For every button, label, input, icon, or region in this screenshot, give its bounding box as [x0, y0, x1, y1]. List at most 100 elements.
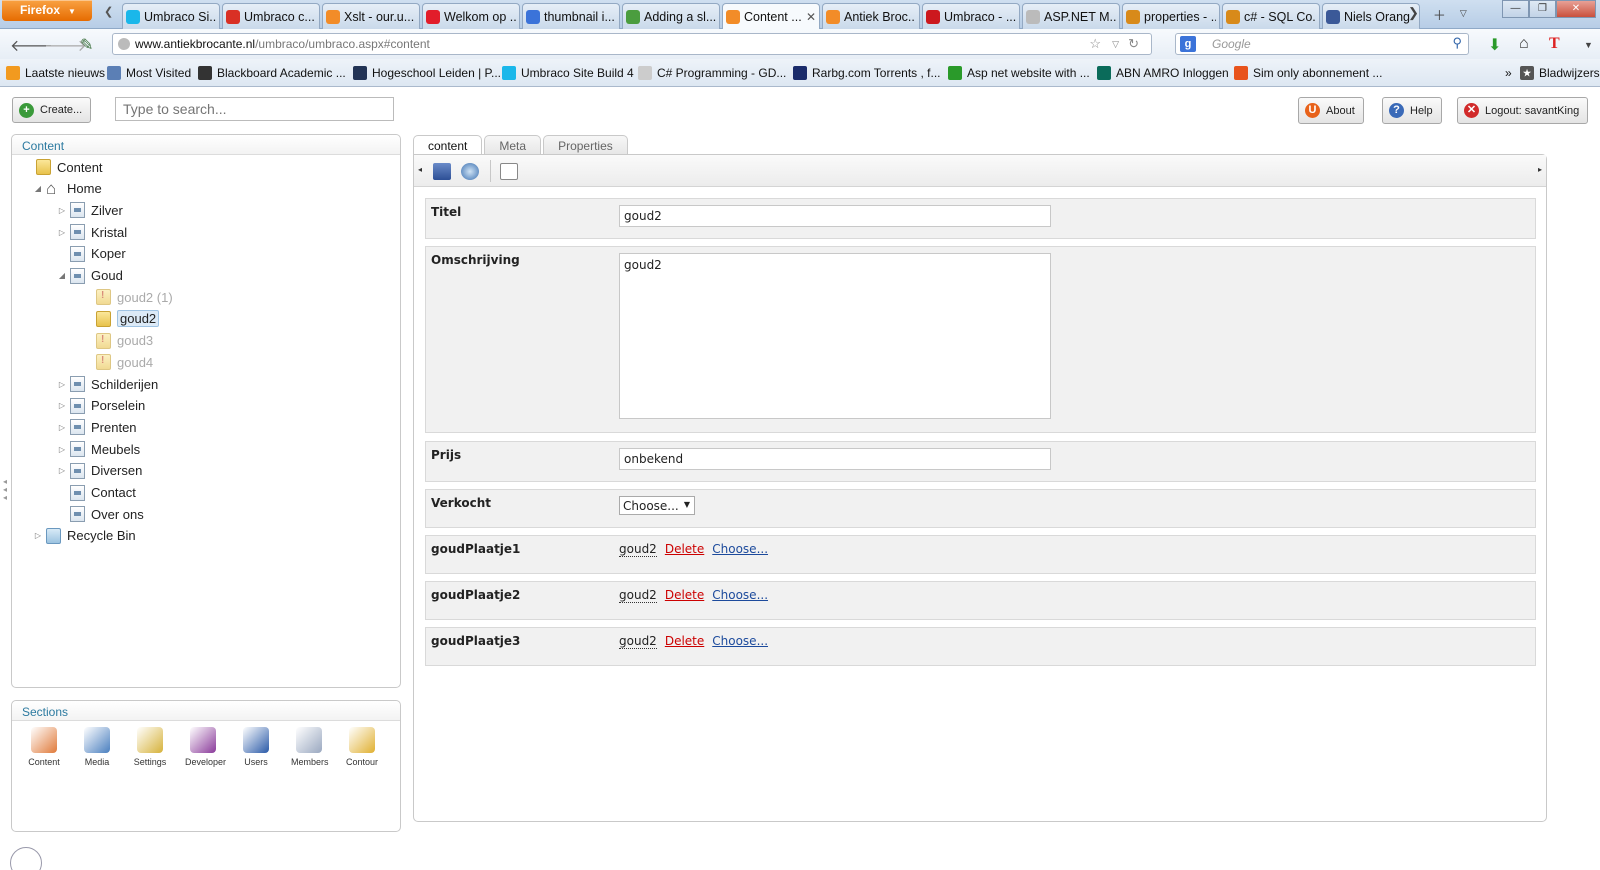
expand-arrow-icon[interactable]: ▷ — [56, 380, 68, 389]
new-tab-icon[interactable]: ＋ — [1433, 5, 1446, 24]
bookmarks-overflow-icon[interactable]: » — [1505, 66, 1512, 80]
bookmark-item[interactable]: Rarbg.com Torrents , f... — [793, 66, 941, 80]
media-item-name[interactable]: goud2 — [619, 634, 657, 649]
media-delete-link[interactable]: Delete — [665, 588, 704, 603]
expand-arrow-icon[interactable]: ▷ — [56, 423, 68, 432]
verkocht-select[interactable]: Choose... ▼ — [619, 496, 695, 515]
google-engine-icon[interactable]: g — [1180, 36, 1196, 52]
bookmark-item[interactable]: C# Programming - GD... — [638, 66, 786, 80]
logout-button[interactable]: ✕ Logout: savantKing — [1457, 97, 1589, 124]
browser-tab[interactable]: Adding a sl... — [622, 3, 720, 29]
addon-t-icon[interactable]: T — [1549, 35, 1560, 53]
about-button[interactable]: U About — [1298, 97, 1364, 124]
url-bar[interactable]: www.antiekbrocante.nl/umbraco/umbraco.as… — [112, 33, 1152, 55]
editor-tab[interactable]: Meta — [484, 135, 542, 155]
bookmark-item[interactable]: Sim only abonnement ... — [1234, 66, 1382, 80]
editor-tab[interactable]: Properties — [543, 135, 628, 155]
tab-scroll-left-icon[interactable]: ❮ — [104, 5, 113, 18]
tree-node[interactable]: ◢ Goud — [56, 266, 123, 286]
bookmark-item[interactable]: Hogeschool Leiden | P... — [353, 66, 501, 80]
toolbar-scroll-right-icon[interactable]: ▸ — [1538, 165, 1542, 174]
bookmark-item[interactable]: Umbraco Site Build 4 — [502, 66, 634, 80]
tree-node[interactable]: goud3 — [82, 331, 153, 351]
expand-arrow-icon[interactable]: ▷ — [56, 228, 68, 237]
create-button[interactable]: + Create... — [12, 97, 92, 123]
url-history-icon[interactable]: ▽ — [1112, 39, 1119, 50]
tab-scroll-right-icon[interactable]: ❯ — [1408, 5, 1419, 24]
browser-tab[interactable]: ASP.NET M... — [1022, 3, 1120, 29]
browser-tab[interactable]: Niels Orang — [1322, 3, 1420, 29]
section-developer[interactable]: Developer — [185, 727, 226, 767]
editor-tab[interactable]: content — [413, 135, 483, 156]
browser-tab[interactable]: properties - ... — [1122, 3, 1220, 29]
section-media[interactable]: Media — [79, 727, 115, 767]
collapse-arrow-icon[interactable]: ◢ — [32, 184, 44, 193]
tree-node[interactable]: goud2 (1) — [82, 287, 173, 307]
panel-resize-handle[interactable]: ◂ ◂ ◂ — [3, 478, 7, 502]
tree-node[interactable]: Contact — [56, 483, 136, 503]
browser-tab[interactable]: c# - SQL Co... — [1222, 3, 1320, 29]
tree-node[interactable]: Content — [22, 157, 103, 177]
browser-tab[interactable]: Xslt - our.u... — [322, 3, 420, 29]
restore-icon[interactable]: ❐ — [1529, 0, 1556, 18]
section-members[interactable]: Members — [291, 727, 329, 767]
preview-icon[interactable] — [500, 163, 518, 180]
prijs-input[interactable] — [619, 448, 1051, 470]
close-tab-icon[interactable]: ✕ — [806, 10, 816, 24]
save-icon[interactable] — [433, 163, 451, 180]
media-delete-link[interactable]: Delete — [665, 542, 704, 557]
toolbar-scroll-left-icon[interactable]: ◂ — [418, 165, 422, 174]
tree-node[interactable]: ◢ ⌂ Home — [32, 179, 102, 199]
close-window-icon[interactable]: ✕ — [1556, 0, 1596, 18]
web-search-field[interactable]: g Google ⚲ — [1175, 33, 1469, 55]
browser-tab[interactable]: Umbraco c... — [222, 3, 320, 29]
tree-node[interactable]: ▷ Kristal — [56, 222, 127, 242]
tree-node[interactable]: Koper — [56, 244, 126, 264]
bookmark-star-icon[interactable]: ☆ — [1089, 36, 1101, 52]
addon-icon[interactable]: ✎ — [80, 35, 93, 55]
browser-tab[interactable]: Content ... ✕ — [722, 3, 820, 30]
bookmarks-menu-button[interactable]: ★ Bladwijzers — [1520, 66, 1600, 80]
tree-node[interactable]: goud2 — [82, 309, 160, 329]
expand-arrow-icon[interactable]: ▷ — [32, 531, 44, 540]
downloads-icon[interactable]: ⬇ — [1488, 35, 1501, 55]
tree-node[interactable]: ▷ Prenten — [56, 417, 137, 437]
browser-tab[interactable]: Welkom op ... — [422, 3, 520, 29]
expand-arrow-icon[interactable]: ▷ — [56, 206, 68, 215]
content-search-input[interactable] — [115, 97, 394, 121]
expand-arrow-icon[interactable]: ▷ — [56, 466, 68, 475]
reload-icon[interactable]: ↻ — [1128, 36, 1139, 52]
tree-node[interactable]: goud4 — [82, 352, 153, 372]
tree-node[interactable]: ▷ Zilver — [56, 200, 123, 220]
tree-node[interactable]: ▷ Recycle Bin — [32, 526, 136, 546]
search-icon[interactable]: ⚲ — [1452, 35, 1462, 51]
section-content[interactable]: Content — [26, 727, 62, 767]
browser-tab[interactable]: Umbraco - ... — [922, 3, 1020, 29]
section-settings[interactable]: Settings — [132, 727, 168, 767]
bookmark-item[interactable]: Laatste nieuws — [6, 66, 105, 80]
browser-tab[interactable]: Umbraco Si... — [122, 3, 220, 29]
media-item-name[interactable]: goud2 — [619, 542, 657, 557]
site-identity-icon[interactable] — [118, 38, 130, 50]
media-item-name[interactable]: goud2 — [619, 588, 657, 603]
bookmark-item[interactable]: Blackboard Academic ... — [198, 66, 346, 80]
tree-node[interactable]: ▷ Porselein — [56, 396, 145, 416]
save-and-publish-icon[interactable] — [461, 163, 479, 180]
section-users[interactable]: Users — [238, 727, 274, 767]
media-delete-link[interactable]: Delete — [665, 634, 704, 649]
home-page-icon[interactable]: ⌂ — [1519, 35, 1529, 53]
omschrijving-textarea[interactable]: goud2 — [619, 253, 1051, 419]
toolbar-menu-icon[interactable]: ▼ — [1584, 40, 1593, 50]
tree-node[interactable]: Over ons — [56, 504, 144, 524]
help-button[interactable]: ? Help — [1382, 97, 1442, 124]
media-choose-link[interactable]: Choose... — [712, 588, 768, 603]
tab-list-icon[interactable]: ▽ — [1460, 8, 1467, 24]
firefox-menu-button[interactable]: Firefox ▼ — [2, 0, 92, 21]
tree-node[interactable]: ▷ Diversen — [56, 461, 142, 481]
tree-node[interactable]: ▷ Schilderijen — [56, 374, 158, 394]
minimize-icon[interactable]: — — [1502, 0, 1529, 18]
media-choose-link[interactable]: Choose... — [712, 542, 768, 557]
expand-arrow-icon[interactable]: ▷ — [56, 445, 68, 454]
bookmark-item[interactable]: ABN AMRO Inloggen — [1097, 66, 1229, 80]
bookmark-item[interactable]: Most Visited — [107, 66, 191, 80]
